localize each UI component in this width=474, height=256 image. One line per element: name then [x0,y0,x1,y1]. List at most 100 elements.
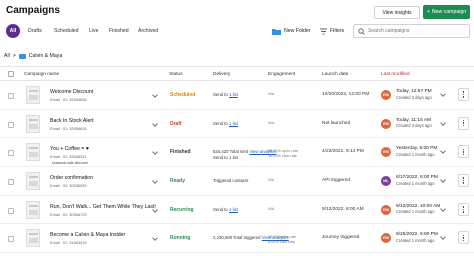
column-header-last-modified[interactable]: Last modified [381,72,410,77]
more-options-button[interactable] [458,202,469,216]
row-checkbox[interactable] [8,121,14,128]
modified-time: 9/25/2022, 6:00 PM [396,232,438,238]
engagement-primary: 36.5% open rate [268,235,296,240]
campaign-tags: seasonal-sale discount [52,161,88,166]
delivery-text: 2,230,560 Total triggered [213,235,261,241]
chevron-down-icon[interactable] [440,119,446,126]
chevron-down-icon[interactable] [152,120,158,127]
last-modified: Yesterday, 5:00 PM Created 1 month ago [396,146,437,158]
table-row[interactable]: You + Coffee = ♥ Email · ID: 32648341 se… [0,138,474,168]
chevron-down-icon[interactable] [440,205,446,212]
delivery-info: 534,420 Total sent View analytics Send t… [213,149,276,159]
chevron-down-icon[interactable] [440,234,446,241]
launch-date: 10/20/2022, 12:00 PM [322,92,370,97]
last-modified: Today, 11:15 AM Created 3 days ago [396,118,432,130]
more-dot [462,124,465,127]
more-options-button[interactable] [458,145,469,159]
delivery-link[interactable]: 1 list [229,121,238,126]
delivery-detail: Send to 1 list [213,154,238,160]
created-time: Created 1 month ago [396,209,435,215]
folder-icon [18,53,26,59]
created-time: Created 3 days ago [396,123,432,129]
avatar: EM [381,233,391,244]
chevron-down-icon[interactable] [152,235,158,242]
row-checkbox[interactable] [8,179,14,186]
chevron-down-icon[interactable] [440,91,446,97]
table-row[interactable]: Become a Calvin & Maya Insider Email · I… [0,224,474,254]
new-campaign-button[interactable]: + New campaign [423,5,470,19]
campaign-name-link[interactable]: Run, Don't Walk... Get Them While They L… [50,204,156,210]
more-dot [462,206,465,208]
email-thumbnail[interactable] [26,114,40,133]
campaign-name-link[interactable]: Become a Calvin & Maya Insider [50,232,125,238]
select-all-checkbox[interactable] [8,71,14,77]
modified-time: 9/10/2022, 10:00 AM [396,203,441,209]
table-row[interactable]: Order confirmation Email · ID: 30536939 … [0,167,474,196]
new-folder-button[interactable]: New Folder [272,24,316,38]
more-dot [462,208,465,210]
chevron-down-icon[interactable] [152,149,158,156]
plus-icon: + [426,9,430,15]
tab-drafts[interactable]: Drafts [28,28,42,34]
top-bar: Campaigns View insights + New campaign [0,0,474,46]
campaign-name-link[interactable]: Back In Stock Alert [50,118,94,124]
row-checkbox[interactable] [8,150,14,157]
tab-archived[interactable]: Archived [138,28,158,34]
campaign-name-link[interactable]: Order confirmation [50,175,93,181]
email-thumbnail[interactable] [26,229,40,248]
column-header-status[interactable]: Status [169,72,183,77]
chevron-down-icon[interactable] [152,206,158,213]
filter-icon [320,28,327,34]
delivery-info: Send to 1 list [213,92,238,97]
view-insights-button[interactable]: View insights [374,6,420,19]
status-badge: Recurring [170,206,194,213]
more-options-button[interactable] [458,88,469,101]
search-input[interactable] [368,28,468,34]
delivery-link[interactable]: 1 list [229,207,238,212]
chevron-down-icon[interactable] [440,177,446,183]
tab-finished[interactable]: Finished [109,28,129,34]
column-header-launch-date[interactable]: Launch date [322,72,348,77]
breadcrumb-root[interactable]: All [4,53,10,59]
column-header-delivery[interactable]: Delivery [213,72,230,77]
chevron-down-icon[interactable] [152,92,158,98]
search-box [353,24,470,38]
delivery-text: Send to [213,120,228,126]
breadcrumb: All > Calvin & Maya [4,53,62,59]
tab-live[interactable]: Live [89,28,99,34]
avatar: EM [381,90,391,100]
tab-scheduled[interactable]: Scheduled [54,28,79,34]
breadcrumb-folder[interactable]: Calvin & Maya [29,53,62,59]
engagement-info: N/A [268,92,274,97]
table-row[interactable]: Back In Stock Alert Email · ID: 32656626… [0,110,474,139]
more-options-button[interactable] [458,231,469,245]
created-time: Created 1 month ago [396,180,435,186]
campaign-name-link[interactable]: Welcome Discount [50,89,93,95]
row-checkbox[interactable] [8,236,14,243]
email-thumbnail[interactable] [26,86,40,104]
table-row[interactable]: Welcome Discount Email · ID: 32654836 Sc… [0,81,474,110]
delivery-link[interactable]: 1 list [229,92,238,97]
created-time: Created 1 month ago [396,151,435,157]
campaign-id: Email · ID: 32656626 [50,125,87,131]
email-thumbnail[interactable] [26,172,40,191]
more-options-button[interactable] [458,116,469,130]
status-badge: Running [170,235,191,242]
more-options-button[interactable] [458,174,469,188]
row-checkbox[interactable] [8,207,14,214]
table-row[interactable]: Run, Don't Walk... Get Them While They L… [0,196,474,225]
column-header-engagement[interactable]: Engagement [268,72,295,77]
last-modified: 9/25/2022, 6:00 PM Created 1 month ago [396,232,438,244]
email-thumbnail[interactable] [26,143,40,162]
campaign-name-link[interactable]: You + Coffee = ♥ [50,146,89,152]
chevron-down-icon[interactable] [152,178,158,184]
column-header-name[interactable]: Campaign name [24,72,59,77]
status-badge: Scheduled [170,92,196,98]
more-dot [462,93,465,96]
email-thumbnail[interactable] [26,200,40,219]
chevron-down-icon[interactable] [440,148,446,155]
tab-all[interactable]: All [6,24,20,38]
filters-button[interactable]: Filters [320,24,348,38]
modified-time: Today, 11:15 AM [396,117,432,123]
row-checkbox[interactable] [8,93,14,99]
